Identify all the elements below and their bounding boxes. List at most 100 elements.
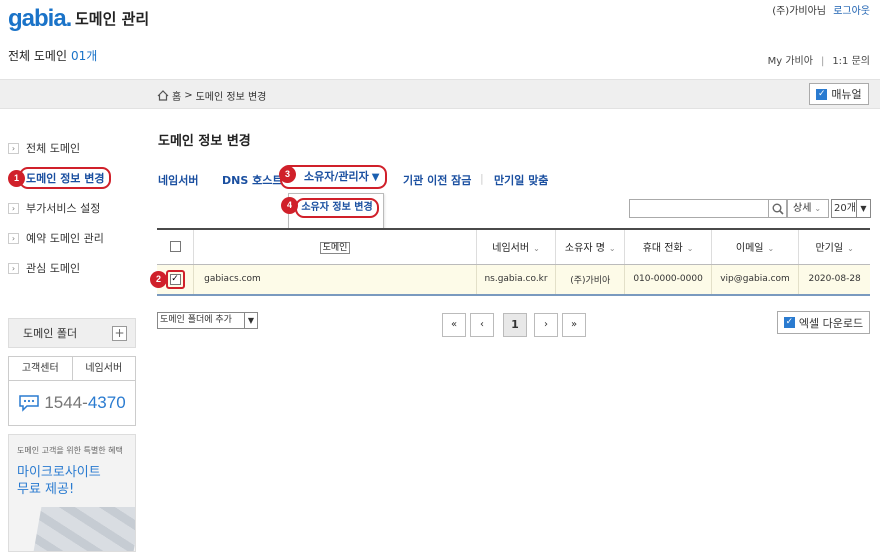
table-row[interactable]: ✓ gabiacs.com ns.gabia.co.kr (주)가비아 010-…	[157, 264, 870, 296]
excel-download-button[interactable]: ✓ 엑셀 다운로드	[777, 311, 870, 334]
sidebar-item-label: 부가서비스 설정	[26, 202, 101, 215]
breadcrumb-bar	[0, 79, 880, 109]
phone-prefix: 1544-	[44, 393, 88, 412]
cell-phone: 010-0000-0000	[624, 264, 712, 296]
header-owner[interactable]: 소유자 명 ⌄	[555, 228, 625, 265]
pager-last-button[interactable]: »	[562, 313, 586, 337]
header-expiry[interactable]: 만기일 ⌄	[798, 228, 870, 265]
tab-dns-host[interactable]: DNS 호스트	[222, 172, 282, 188]
user-name: (주)가비아님	[772, 6, 826, 17]
sidebar-item-label: 전체 도메인	[26, 142, 81, 155]
gabia-logo[interactable]: gabia.	[8, 5, 72, 33]
chevron-right-icon: ›	[8, 232, 19, 244]
microsite-promo-banner[interactable]: 도메인 고객을 위한 특별한 혜택 마이크로사이트 무료 제공!	[8, 434, 136, 552]
sidebar-item-reserved-domains[interactable]: › 예약 도메인 관리	[8, 223, 111, 253]
chevron-down-icon: ⌄	[847, 244, 854, 254]
breadcrumb: 홈 > 도메인 정보 변경	[157, 88, 266, 103]
caret-down-icon: ▼	[371, 172, 380, 183]
search-button[interactable]	[768, 199, 787, 218]
home-icon[interactable]	[157, 90, 169, 101]
promo-headline: 마이크로사이트 무료 제공!	[17, 465, 101, 497]
step-badge-1: 1	[8, 169, 25, 187]
pager-first-button[interactable]: «	[442, 313, 466, 337]
all-domains-summary: 전체 도메인 01개	[8, 47, 97, 64]
chevron-down-icon: ⌄	[608, 244, 616, 254]
chevron-right-icon: ›	[8, 202, 19, 214]
domain-table: 도메인 네임서버 ⌄ 소유자 명 ⌄ 휴대 전화 ⌄ 이메일 ⌄ 만기일 ⌄ ✓ gabi…	[157, 228, 870, 296]
sidebar-item-all-domains[interactable]: › 전체 도메인	[8, 133, 111, 163]
add-to-folder-select[interactable]: 도메인 폴더에 추가 ▼	[157, 312, 258, 329]
pager-page-1[interactable]: 1	[503, 313, 527, 337]
sidebar-menu: › 전체 도메인 1 도메인 정보 변경 › 부가서비스 설정 › 예약 도메인…	[8, 133, 111, 283]
tab-customer-center[interactable]: 고객센터	[9, 357, 73, 380]
manual-button[interactable]: ✓ 매뉴얼	[809, 83, 869, 105]
tab-separator: |	[480, 172, 484, 185]
cell-expiry: 2020-08-28	[798, 264, 870, 296]
download-icon: ✓	[783, 317, 795, 328]
header-email[interactable]: 이메일 ⌄	[710, 228, 799, 265]
sidebar-item-watchlist-domains[interactable]: › 관심 도메인	[8, 253, 111, 283]
promo-subtext: 도메인 고객을 위한 특별한 혜택	[17, 446, 123, 455]
chevron-down-icon: ⌄	[533, 244, 540, 254]
cell-domain[interactable]: gabiacs.com	[193, 264, 477, 296]
excel-download-label: 엑셀 다운로드	[798, 316, 864, 330]
sidebar-item-label: 관심 도메인	[26, 262, 81, 275]
user-area: (주)가비아님 로그아웃	[772, 2, 870, 17]
header-domain[interactable]: 도메인	[193, 228, 477, 265]
sidebar-item-addon-settings[interactable]: › 부가서비스 설정	[8, 193, 111, 223]
step-badge-4: 4	[281, 197, 298, 214]
chat-bubble-icon	[19, 395, 40, 412]
phone-number: 1544-4370	[9, 381, 135, 425]
step-badge-3: 3	[279, 166, 296, 183]
pager-prev-button[interactable]: ‹	[470, 313, 494, 337]
sidebar-item-domain-info-change[interactable]: 1 도메인 정보 변경	[8, 163, 111, 193]
tab-transfer-lock[interactable]: 기관 이전 잠금	[403, 172, 471, 188]
app-title: 도메인 관리	[75, 10, 150, 28]
detail-search-label: 상세	[793, 203, 812, 214]
top-links: My 가비아 | 1:1 문의	[767, 56, 870, 67]
breadcrumb-current: 도메인 정보 변경	[195, 92, 267, 103]
cell-email: vip@gabia.com	[710, 264, 799, 296]
page-size-select[interactable]: 20개 ▼	[831, 199, 871, 218]
search-input[interactable]	[629, 199, 769, 218]
inquiry-link[interactable]: 1:1 문의	[832, 56, 870, 67]
domain-folder-panel: 도메인 폴더 +	[8, 318, 136, 348]
header-phone[interactable]: 휴대 전화 ⌄	[624, 228, 712, 265]
breadcrumb-home[interactable]: 홈	[172, 88, 181, 103]
pager-next-button[interactable]: ›	[534, 313, 558, 337]
select-all-checkbox[interactable]	[169, 241, 181, 252]
header-select-all	[157, 228, 194, 265]
all-domains-count[interactable]: 01개	[71, 49, 97, 63]
all-domains-label: 전체 도메인	[8, 49, 68, 63]
tab-owner-admin[interactable]: 소유자/관리자 ▼	[280, 165, 388, 189]
header-nameserver[interactable]: 네임서버 ⌄	[475, 228, 556, 265]
row-checkbox[interactable]: ✓	[169, 273, 181, 285]
chevron-down-icon: ⌄	[686, 244, 694, 254]
tab-nameserver[interactable]: 네임서버	[73, 357, 136, 380]
sidebar-item-label: 예약 도메인 관리	[26, 232, 104, 245]
tab-expiry-align[interactable]: 만기일 맞춤	[494, 172, 548, 188]
chevron-down-icon: ▼	[244, 313, 257, 328]
logout-link[interactable]: 로그아웃	[833, 6, 870, 17]
chevron-down-icon: ▼	[856, 200, 870, 217]
chevron-down-icon: ⌄	[814, 204, 822, 213]
breadcrumb-separator: >	[184, 90, 193, 101]
chevron-right-icon: ›	[8, 262, 19, 274]
step-badge-2: 2	[150, 271, 167, 288]
tab-nameserver-settings[interactable]: 네임서버	[158, 172, 198, 188]
sidebar-item-label: 도메인 정보 변경	[19, 167, 111, 189]
add-to-folder-value: 도메인 폴더에 추가	[160, 315, 232, 325]
cell-nameserver: ns.gabia.co.kr	[475, 264, 556, 296]
my-gabia-link[interactable]: My 가비아	[768, 56, 813, 67]
chevron-right-icon: ›	[8, 142, 19, 154]
cell-owner: (주)가비아	[555, 264, 625, 296]
chevron-down-icon: ⌄	[767, 244, 775, 254]
detail-search-select[interactable]: 상세 ⌄	[787, 199, 829, 218]
phone-suffix: 4370	[87, 393, 126, 412]
table-header-row: 도메인 네임서버 ⌄ 소유자 명 ⌄ 휴대 전화 ⌄ 이메일 ⌄ 만기일 ⌄	[157, 228, 870, 265]
add-folder-button[interactable]: +	[112, 325, 127, 341]
page-title: 도메인 정보 변경	[158, 134, 251, 149]
menu-item-owner-change[interactable]: 소유자 정보 변경	[295, 198, 379, 218]
page-size-value: 20개	[834, 203, 856, 214]
domain-folder-label: 도메인 폴더	[23, 327, 78, 340]
